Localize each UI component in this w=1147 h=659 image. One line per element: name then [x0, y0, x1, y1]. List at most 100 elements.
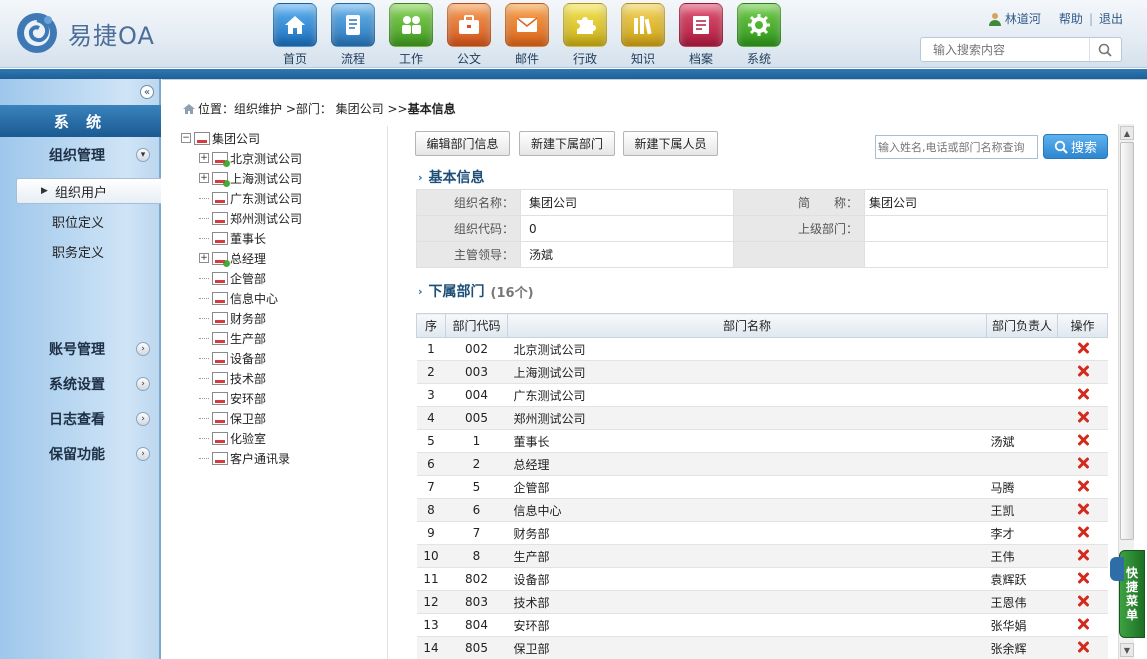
- sidebar-group-accounts[interactable]: 账号管理 ›: [0, 333, 161, 365]
- table-row[interactable]: 6 2 总经理: [416, 452, 1108, 476]
- nav-home[interactable]: 首页: [266, 3, 324, 67]
- new-sub-dept-button[interactable]: 新建下属部门: [519, 131, 615, 156]
- dept-name[interactable]: 生产部: [507, 544, 987, 568]
- dept-name[interactable]: 总经理: [507, 452, 987, 476]
- tree-node[interactable]: 郑州测试公司: [199, 208, 302, 228]
- sidebar-group-settings[interactable]: 系统设置 ›: [0, 368, 161, 400]
- collapse-toggle-icon[interactable]: −: [181, 133, 191, 143]
- logo[interactable]: 易捷OA: [14, 10, 155, 56]
- delete-icon[interactable]: [1077, 434, 1089, 446]
- find-button[interactable]: 搜索: [1043, 134, 1108, 159]
- tree-node-root[interactable]: − 集团公司: [181, 128, 260, 148]
- dept-name[interactable]: 财务部: [507, 521, 987, 545]
- delete-icon[interactable]: [1077, 480, 1089, 492]
- dept-name[interactable]: 技术部: [507, 590, 987, 614]
- table-row[interactable]: 11 802 设备部 袁辉跃: [416, 567, 1108, 591]
- tree-node[interactable]: 广东测试公司: [199, 188, 302, 208]
- tree-node[interactable]: + 上海测试公司: [199, 168, 302, 188]
- expand-toggle-icon[interactable]: +: [199, 173, 209, 183]
- tree-node[interactable]: 财务部: [199, 308, 266, 328]
- nav-document[interactable]: 公文: [440, 3, 498, 67]
- tree-node[interactable]: 企管部: [199, 268, 266, 288]
- sidebar-group-org[interactable]: 组织管理 ▾: [0, 139, 161, 171]
- table-row[interactable]: 12 803 技术部 王恩伟: [416, 590, 1108, 614]
- delete-icon[interactable]: [1077, 618, 1089, 630]
- delete-icon[interactable]: [1077, 503, 1089, 515]
- tree-node[interactable]: 设备部: [199, 348, 266, 368]
- delete-icon[interactable]: [1077, 342, 1089, 354]
- expand-toggle-icon[interactable]: +: [199, 253, 209, 263]
- nav-work[interactable]: 工作: [382, 3, 440, 67]
- search-icon[interactable]: [1089, 38, 1119, 61]
- nav-mail[interactable]: 邮件: [498, 3, 556, 67]
- sidebar-item-positions[interactable]: 职位定义: [16, 208, 161, 234]
- table-row[interactable]: 1 002 北京测试公司: [416, 337, 1108, 361]
- delete-icon[interactable]: [1077, 411, 1089, 423]
- column-header[interactable]: 部门负责人: [986, 313, 1058, 338]
- scroll-down-icon[interactable]: ▼: [1120, 643, 1134, 657]
- dept-name[interactable]: 北京测试公司: [507, 337, 987, 361]
- logout-link[interactable]: 退出: [1099, 10, 1123, 27]
- tree-node[interactable]: + 总经理: [199, 248, 266, 268]
- nav-knowledge[interactable]: 知识: [614, 3, 672, 67]
- sidebar-item-org-users[interactable]: ▶ 组织用户: [16, 178, 161, 204]
- sidebar-group-reserved[interactable]: 保留功能 ›: [0, 438, 161, 470]
- help-link[interactable]: 帮助: [1059, 10, 1083, 27]
- expand-toggle-icon[interactable]: +: [199, 153, 209, 163]
- table-row[interactable]: 5 1 董事长 汤斌: [416, 429, 1108, 453]
- table-row[interactable]: 13 804 安环部 张华娟: [416, 613, 1108, 637]
- tree-node[interactable]: 客户通讯录: [199, 448, 290, 468]
- dept-name[interactable]: 设备部: [507, 567, 987, 591]
- scroll-up-icon[interactable]: ▲: [1120, 126, 1134, 140]
- collapse-sidebar-icon[interactable]: «: [140, 85, 154, 99]
- nav-system[interactable]: 系统: [730, 3, 788, 67]
- table-row[interactable]: 3 004 广东测试公司: [416, 383, 1108, 407]
- dept-name[interactable]: 上海测试公司: [507, 360, 987, 384]
- column-header[interactable]: 部门名称: [507, 313, 987, 338]
- delete-icon[interactable]: [1077, 526, 1089, 538]
- find-input[interactable]: [875, 135, 1038, 159]
- nav-admin[interactable]: 行政: [556, 3, 614, 67]
- column-header[interactable]: 部门代码: [445, 313, 508, 338]
- sidebar-item-duties[interactable]: 职务定义: [16, 238, 161, 264]
- user-name[interactable]: 林道河: [1005, 10, 1041, 27]
- dept-name[interactable]: 郑州测试公司: [507, 406, 987, 430]
- table-row[interactable]: 8 6 信息中心 王凯: [416, 498, 1108, 522]
- tree-node[interactable]: 董事长: [199, 228, 266, 248]
- nav-archive[interactable]: 档案: [672, 3, 730, 67]
- delete-icon[interactable]: [1077, 388, 1089, 400]
- delete-icon[interactable]: [1077, 572, 1089, 584]
- tree-node[interactable]: + 北京测试公司: [199, 148, 302, 168]
- edit-dept-button[interactable]: 编辑部门信息: [415, 131, 510, 156]
- delete-icon[interactable]: [1077, 457, 1089, 469]
- tree-node[interactable]: 技术部: [199, 368, 266, 388]
- global-search-input[interactable]: [921, 38, 1089, 61]
- table-row[interactable]: 7 5 企管部 马腾: [416, 475, 1108, 499]
- sidebar-group-logs[interactable]: 日志查看 ›: [0, 403, 161, 435]
- column-header[interactable]: 序: [416, 313, 446, 338]
- dept-name[interactable]: 安环部: [507, 613, 987, 637]
- column-header[interactable]: 操作: [1057, 313, 1108, 338]
- tree-node[interactable]: 化验室: [199, 428, 266, 448]
- tree-node[interactable]: 保卫部: [199, 408, 266, 428]
- nav-flow[interactable]: 流程: [324, 3, 382, 67]
- new-sub-person-button[interactable]: 新建下属人员: [623, 131, 718, 156]
- tree-node[interactable]: 安环部: [199, 388, 266, 408]
- dept-name[interactable]: 企管部: [507, 475, 987, 499]
- table-row[interactable]: 4 005 郑州测试公司: [416, 406, 1108, 430]
- table-row[interactable]: 2 003 上海测试公司: [416, 360, 1108, 384]
- dept-name[interactable]: 广东测试公司: [507, 383, 987, 407]
- dept-name[interactable]: 保卫部: [507, 636, 987, 659]
- scroll-thumb[interactable]: [1120, 142, 1134, 540]
- delete-icon[interactable]: [1077, 641, 1089, 653]
- delete-icon[interactable]: [1077, 365, 1089, 377]
- delete-icon[interactable]: [1077, 549, 1089, 561]
- dept-name[interactable]: 信息中心: [507, 498, 987, 522]
- delete-icon[interactable]: [1077, 595, 1089, 607]
- dept-name[interactable]: 董事长: [507, 429, 987, 453]
- tree-node[interactable]: 生产部: [199, 328, 266, 348]
- table-row[interactable]: 10 8 生产部 王伟: [416, 544, 1108, 568]
- table-row[interactable]: 14 805 保卫部 张余辉: [416, 636, 1108, 659]
- quick-menu-tab[interactable]: 快 捷 菜 单: [1110, 550, 1145, 638]
- table-row[interactable]: 9 7 财务部 李才: [416, 521, 1108, 545]
